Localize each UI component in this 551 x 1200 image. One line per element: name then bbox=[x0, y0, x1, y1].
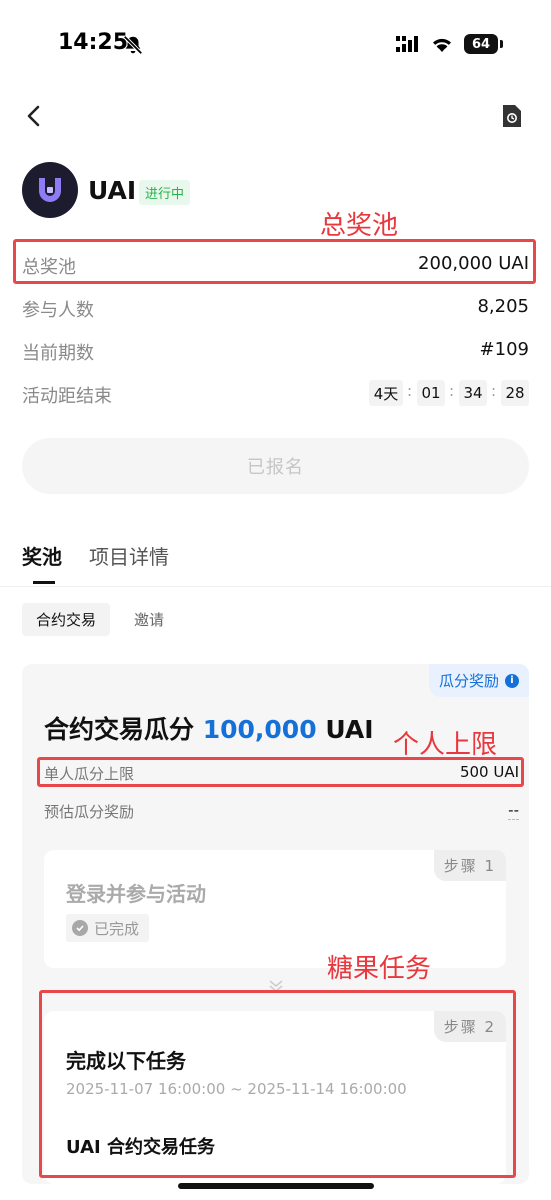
stat-value-participants: 8,205 bbox=[477, 296, 529, 317]
token-name: UAI bbox=[88, 176, 137, 205]
cap-label: 单人瓜分上限 bbox=[44, 765, 135, 783]
status-badge: 进行中 bbox=[139, 180, 191, 205]
reward-type-tag[interactable]: 瓜分奖励 i bbox=[428, 664, 529, 697]
cap-value: 500 UAI bbox=[459, 763, 519, 781]
status-time: 14:25 bbox=[58, 30, 129, 55]
subtab-contract-trading[interactable]: 合约交易 bbox=[22, 603, 111, 636]
battery-cap bbox=[500, 40, 503, 48]
stat-label-countdown: 活动距结束 bbox=[22, 386, 112, 407]
bell-muted-icon bbox=[123, 35, 143, 55]
countdown-days: 4天 bbox=[369, 380, 403, 406]
subtab-invite[interactable]: 邀请 bbox=[134, 603, 164, 636]
annotation-candy-task: 糖果任务 bbox=[327, 954, 432, 984]
step1-title: 登录并参与活动 bbox=[66, 882, 206, 906]
tab-divider bbox=[0, 586, 551, 587]
estimated-reward-label: 预估瓜分奖励 bbox=[44, 803, 135, 821]
pool-card-title: 合约交易瓜分 100,000 UAI bbox=[44, 710, 374, 746]
countdown-minutes: 34 bbox=[459, 380, 487, 406]
status-indicators: 64 bbox=[396, 34, 503, 54]
estimated-reward-value: -- bbox=[508, 801, 519, 820]
registered-button[interactable]: 已报名 bbox=[22, 438, 529, 494]
stat-label-participants: 参与人数 bbox=[22, 300, 94, 321]
back-chevron-icon[interactable] bbox=[22, 102, 46, 130]
countdown-sep: : bbox=[449, 382, 455, 400]
title-prefix: 合约交易瓜分 bbox=[44, 715, 195, 744]
completed-badge: 已完成 bbox=[66, 914, 150, 942]
wifi-icon bbox=[433, 38, 451, 52]
countdown-seconds: 28 bbox=[501, 380, 529, 406]
record-document-icon[interactable] bbox=[501, 103, 523, 129]
stat-label-total-pool: 总奖池 bbox=[22, 257, 76, 278]
annotation-candy-task-box bbox=[39, 990, 516, 1178]
tab-project-details[interactable]: 项目详情 bbox=[89, 541, 169, 570]
reward-type-label: 瓜分奖励 bbox=[438, 672, 499, 690]
battery-level: 64 bbox=[464, 34, 498, 54]
stat-value-period: #109 bbox=[479, 339, 529, 360]
cellular-signal-icon bbox=[396, 36, 418, 52]
title-unit: UAI bbox=[325, 715, 374, 744]
home-indicator bbox=[178, 1183, 374, 1189]
check-circle-icon bbox=[72, 920, 88, 936]
info-icon[interactable]: i bbox=[505, 673, 519, 688]
uai-logo-icon bbox=[39, 178, 61, 202]
token-logo bbox=[22, 162, 78, 218]
completed-label: 已完成 bbox=[94, 919, 140, 938]
countdown-sep: : bbox=[491, 382, 497, 400]
stat-label-period: 当前期数 bbox=[22, 343, 94, 364]
title-amount: 100,000 bbox=[202, 715, 317, 744]
countdown-hours: 01 bbox=[417, 380, 445, 406]
tab-pool[interactable]: 奖池 bbox=[22, 541, 62, 570]
annotation-pool: 总奖池 bbox=[320, 211, 399, 241]
tab-active-indicator bbox=[33, 581, 55, 584]
annotation-personal-cap: 个人上限 bbox=[393, 730, 498, 760]
step1-tag: 步骤 1 bbox=[433, 850, 506, 881]
stat-value-total-pool: 200,000 UAI bbox=[418, 253, 529, 274]
countdown-sep: : bbox=[407, 382, 413, 400]
